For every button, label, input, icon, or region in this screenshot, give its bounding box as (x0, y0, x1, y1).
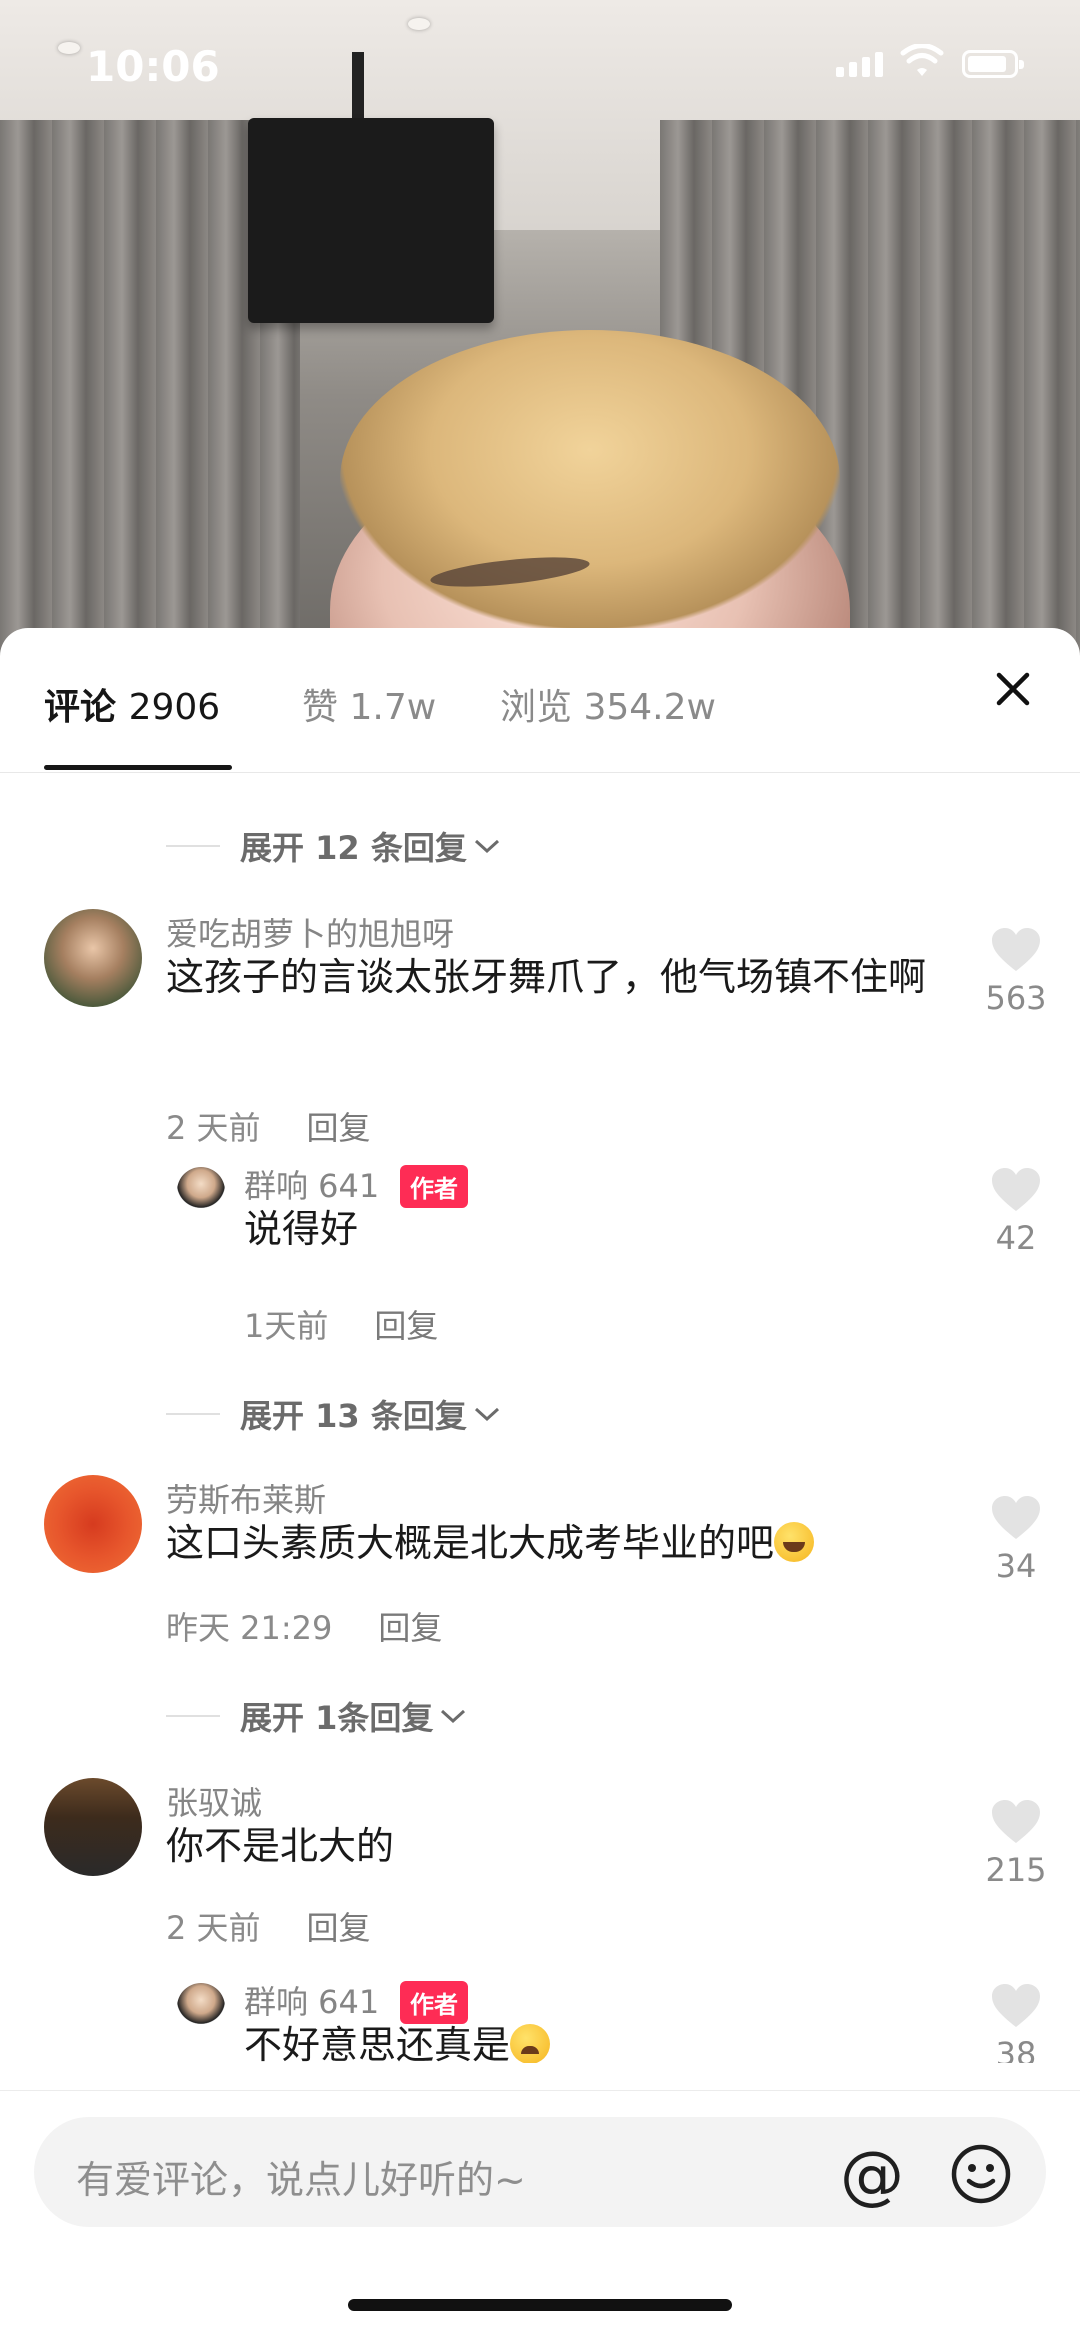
comment-text: 这口头素质大概是北大成考毕业的吧 (166, 1517, 936, 1569)
heart-icon (992, 1800, 1040, 1843)
tab-indicator (44, 765, 232, 770)
comment-text: 不好意思还真是 (244, 2019, 1014, 2063)
author-badge: 作者 (400, 1981, 468, 2024)
tab-likes[interactable]: 赞 1.7w (302, 678, 436, 730)
at-mention-icon[interactable]: @ (840, 2139, 904, 2213)
comment-text: 你不是北大的 (166, 1824, 395, 1868)
close-icon[interactable] (990, 666, 1036, 712)
username[interactable]: 劳斯布莱斯 (166, 1475, 326, 1521)
like-button[interactable]: 34 (976, 1495, 1056, 1585)
crying-emoji-icon (510, 2024, 551, 2063)
tab-views-label: 浏览 (500, 687, 573, 728)
like-button[interactable]: 215 (976, 1799, 1056, 1889)
heart-icon (992, 928, 1040, 971)
comment-meta: 昨天 21:29 回复 (166, 1603, 442, 1649)
reply-button[interactable]: 回复 (378, 1603, 442, 1649)
comment-meta: 2 天前 回复 (166, 1103, 371, 1149)
comment-time: 昨天 21:29 (166, 1609, 333, 1647)
comment-time: 2 天前 (166, 1909, 261, 1947)
input-placeholder: 有爱评论，说点儿好听的~ (76, 2158, 526, 2202)
like-button[interactable]: 42 (976, 1167, 1056, 1257)
home-indicator[interactable] (348, 2299, 732, 2311)
emoji-icon[interactable] (950, 2143, 1012, 2205)
like-count: 563 (985, 979, 1047, 1017)
avatar[interactable] (44, 1778, 142, 1876)
heart-icon (992, 1496, 1040, 1539)
like-count: 38 (995, 2035, 1037, 2063)
chevron-down-icon (441, 1709, 466, 1724)
tab-comments[interactable]: 评论 2906 (44, 678, 220, 730)
heart-icon (992, 1984, 1040, 2027)
comment-meta: 2 天前 回复 (166, 1903, 371, 1949)
expand-replies-button[interactable]: 展开 13 条回复 (166, 1391, 501, 1437)
comment-input[interactable]: 有爱评论，说点儿好听的~ @ (34, 2117, 1046, 2227)
comment-text-body: 这口头素质大概是北大成考毕业的吧 (166, 1521, 775, 1565)
expand-replies-button[interactable]: 展开 1条回复 (166, 1693, 467, 1739)
comment-text-body: 不好意思还真是 (244, 2023, 511, 2063)
tab-bar: 评论 2906 赞 1.7w 浏览 354.2w (0, 628, 1080, 773)
comment-time: 1天前 (244, 1307, 329, 1345)
expand-replies-label: 展开 13 条回复 (240, 1397, 467, 1435)
reply-button[interactable]: 回复 (374, 1301, 438, 1347)
like-count: 42 (995, 1219, 1037, 1257)
status-time: 10:06 (86, 42, 220, 91)
like-button[interactable]: 38 (976, 1983, 1056, 2063)
ceiling-speaker (248, 118, 494, 323)
avatar[interactable] (44, 1475, 142, 1573)
avatar[interactable] (177, 1167, 225, 1215)
author-badge: 作者 (400, 1165, 468, 1208)
username[interactable]: 群响 641 (244, 1161, 379, 1207)
username[interactable]: 张驭诚 (166, 1778, 262, 1824)
avatar[interactable] (44, 909, 142, 1007)
tab-likes-label: 赞 (302, 687, 339, 728)
reply-button[interactable]: 回复 (307, 1103, 371, 1149)
expand-replies-label: 展开 1条回复 (240, 1699, 434, 1737)
laughing-emoji-icon (774, 1522, 815, 1562)
tab-views[interactable]: 浏览 354.2w (500, 678, 716, 730)
wifi-icon (900, 44, 944, 76)
comment-time: 2 天前 (166, 1109, 261, 1147)
tab-likes-count: 1.7w (349, 687, 437, 728)
avatar[interactable] (177, 1983, 225, 2031)
expand-replies-button[interactable]: 展开 12 条回复 (166, 823, 501, 869)
comments-panel: 评论 2906 赞 1.7w 浏览 354.2w 展开 12 条回复 爱吃胡萝卜… (0, 628, 1080, 2337)
expand-replies-label: 展开 12 条回复 (240, 829, 467, 867)
battery-icon (962, 50, 1024, 78)
comment-text: 说得好 (244, 1207, 359, 1251)
tab-views-count: 354.2w (583, 687, 716, 728)
person-hair (340, 330, 840, 630)
comment-list[interactable]: 展开 12 条回复 爱吃胡萝卜的旭旭呀 这孩子的言谈太张牙舞爪了，他气场镇不住啊… (0, 773, 1080, 2063)
divider-line (166, 1715, 220, 1717)
tab-comments-label: 评论 (44, 687, 117, 728)
comment-text: 这孩子的言谈太张牙舞爪了，他气场镇不住啊 (166, 955, 927, 999)
chevron-down-icon (474, 1407, 499, 1422)
cellular-signal-icon (836, 52, 883, 77)
like-count: 34 (995, 1547, 1037, 1585)
username[interactable]: 群响 641 (244, 1977, 379, 2023)
tab-comments-count: 2906 (128, 687, 221, 728)
divider-line (166, 1413, 220, 1415)
chevron-down-icon (474, 839, 499, 854)
comment-meta: 1天前 回复 (244, 1301, 438, 1347)
status-bar: 10:06 (0, 0, 1080, 132)
heart-icon (992, 1168, 1040, 1211)
divider-line (166, 845, 220, 847)
reply-button[interactable]: 回复 (307, 1903, 371, 1949)
like-count: 215 (985, 1851, 1047, 1889)
like-button[interactable]: 563 (976, 927, 1056, 1017)
username[interactable]: 爱吃胡萝卜的旭旭呀 (166, 909, 454, 955)
